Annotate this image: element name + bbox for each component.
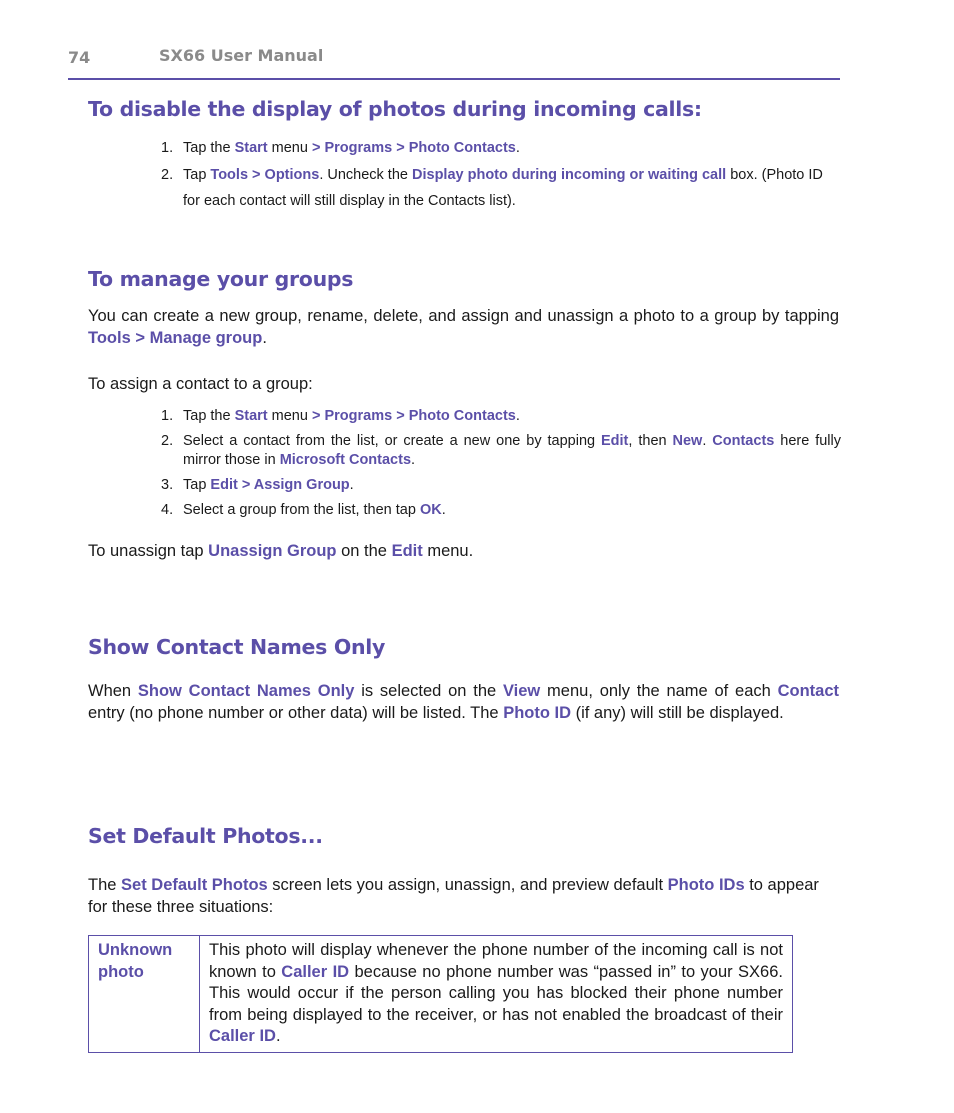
assign-steps: 1. Tap the Start menu > Programs > Photo … (161, 407, 841, 521)
row-label: Unknown photo (88, 935, 200, 1053)
show-names-body: When Show Contact Names Only is selected… (88, 682, 840, 722)
tools-options-ref: Tools > Options (210, 167, 320, 183)
default-photos-body: The Set Default Photos screen lets you a… (88, 876, 819, 916)
list-item: 3. Tap Edit > Assign Group. (161, 476, 354, 493)
section-title-disable-photos: To disable the display of photos during … (88, 97, 702, 121)
list-item: 1. Tap the Start menu > Programs > Photo … (161, 140, 520, 156)
assign-intro: To assign a contact to a group: (88, 375, 313, 393)
default-photos-table: Unknown photo This photo will display wh… (88, 935, 793, 1053)
row-description: This photo will display whenever the pho… (199, 935, 793, 1053)
manage-groups-intro: You can create a new group, rename, dele… (88, 307, 839, 347)
list-item: 1. Tap the Start menu > Programs > Photo … (161, 408, 520, 424)
section-title-default-photos: Set Default Photos... (88, 824, 323, 848)
section-title-show-names: Show Contact Names Only (88, 635, 386, 659)
programs-path-ref: > Programs > Photo Contacts (311, 140, 516, 156)
start-menu-ref: Start (234, 140, 268, 156)
display-photo-option-ref: Display photo during incoming or waiting… (412, 167, 727, 183)
page-number: 74 (68, 48, 91, 67)
section-title-manage-groups: To manage your groups (88, 267, 354, 291)
list-item: 2. Select a contact from the list, or cre… (161, 432, 842, 469)
disable-photos-steps: 1. Tap the Start menu > Programs > Photo … (161, 136, 841, 214)
page-header: 74 SX66 User Manual (68, 44, 840, 80)
manual-title: SX66 User Manual (159, 46, 324, 65)
unassign-instructions: To unassign tap Unassign Group on the Ed… (88, 542, 474, 560)
manage-group-ref: Tools > Manage group (88, 328, 263, 347)
table-row: Unknown photo This photo will display wh… (88, 935, 793, 1053)
list-item: 2. Tap Tools > Options. Uncheck the Displ… (161, 167, 823, 209)
list-item: 4. Select a group from the list, then tap… (161, 502, 446, 518)
